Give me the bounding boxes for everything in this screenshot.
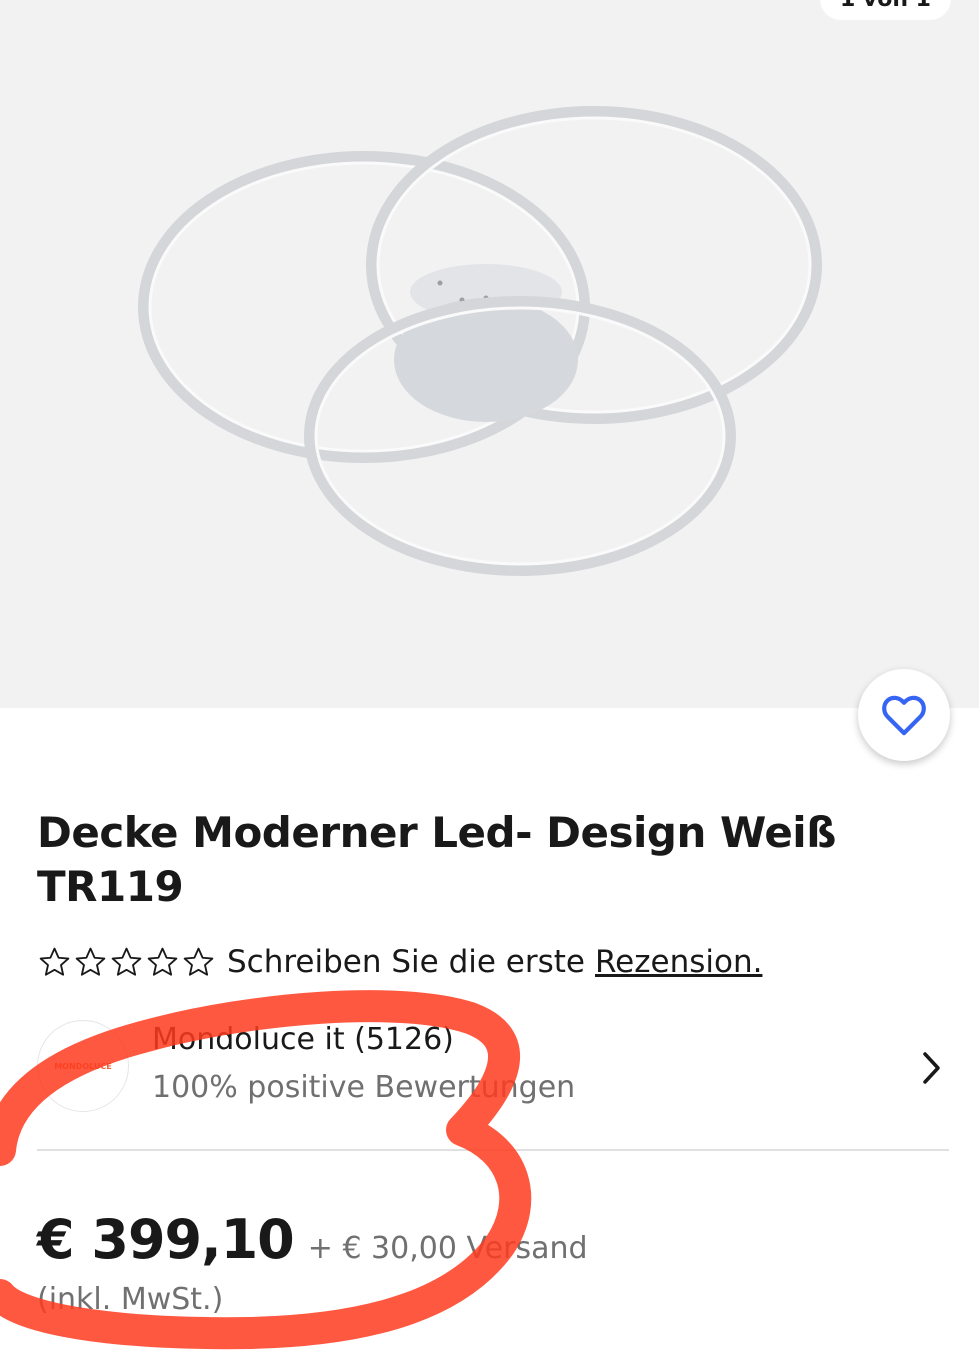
chevron-right-icon <box>923 1052 940 1084</box>
seller-feedback: 100% positive Bewertungen <box>152 1070 576 1105</box>
product-image <box>138 106 822 576</box>
image-counter: 1 von 1 <box>819 0 951 20</box>
price-row: € 399,10 + € 30,00 Versand <box>37 1208 588 1271</box>
product-title: Decke Moderner Led- Design Weiß TR119 <box>37 808 836 911</box>
heart-icon <box>882 695 926 736</box>
seller-name: Mondoluce it (5126) <box>152 1022 454 1057</box>
star-empty-icon <box>111 947 142 976</box>
seller-card[interactable]: MONDOLUCE Mondoluce it (5126) 100% posit… <box>37 1020 949 1112</box>
write-review-link[interactable]: Rezension. <box>595 944 762 980</box>
seller-logo: MONDOLUCE <box>37 1020 129 1112</box>
shipping-cost: + € 30,00 Versand <box>307 1231 588 1266</box>
star-empty-icon <box>75 947 106 976</box>
watchlist-button[interactable] <box>858 669 950 761</box>
rating-row: Schreiben Sie die erste Rezension. <box>37 938 762 986</box>
seller-logo-text: MONDOLUCE <box>54 1061 112 1071</box>
product-image-gallery[interactable]: 1 von 1 <box>0 0 979 708</box>
star-empty-icon <box>39 947 70 976</box>
item-price: € 399,10 <box>37 1208 295 1271</box>
review-prompt: Schreiben Sie die erste <box>227 944 585 980</box>
rating-stars <box>37 945 217 979</box>
star-empty-icon <box>183 947 214 976</box>
star-empty-icon <box>147 947 178 976</box>
vat-note: (inkl. MwSt.) <box>37 1282 224 1317</box>
divider <box>37 1149 949 1151</box>
